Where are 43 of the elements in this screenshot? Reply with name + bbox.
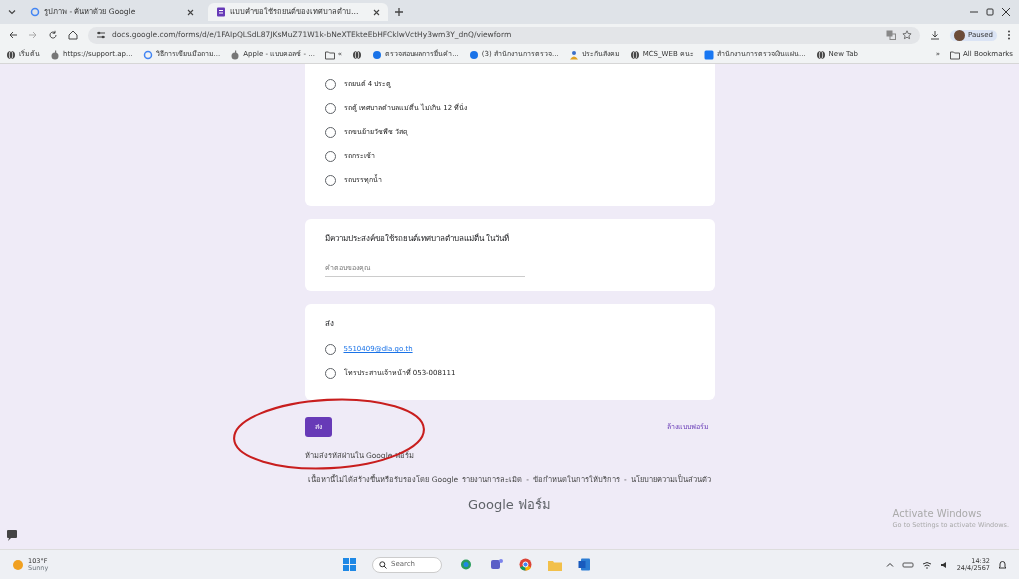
circle-icon [372, 49, 383, 60]
question-text: มีความประสงค์ขอใช้รถยนต์เทศบาลตำบลแม่ตื่น ในวันที่ [324, 233, 511, 245]
close-icon[interactable] [187, 8, 194, 16]
close-icon[interactable] [373, 8, 380, 16]
back-icon[interactable] [8, 30, 18, 40]
globe-icon [6, 49, 16, 60]
activation-title: Activate Windows [892, 507, 983, 522]
chevron-up-icon[interactable] [885, 560, 894, 569]
avatar-icon [953, 29, 965, 41]
speaker-icon[interactable] [939, 560, 949, 569]
globe-icon [815, 49, 826, 60]
notification-icon[interactable] [998, 559, 1007, 570]
wifi-icon[interactable] [921, 560, 932, 569]
folder-icon [324, 49, 335, 60]
new-tab-icon[interactable] [394, 7, 404, 17]
windows-start-icon[interactable] [343, 558, 356, 571]
question-text: ส่ง [324, 317, 335, 330]
restore-icon[interactable] [985, 7, 995, 17]
close-icon[interactable] [1001, 7, 1011, 17]
circle-icon [468, 49, 479, 60]
forms-logo: Google ฟอร์ม [467, 495, 552, 514]
site-info-icon[interactable] [96, 30, 106, 40]
globe-icon[interactable] [352, 49, 363, 60]
globe-icon [629, 49, 640, 60]
folder-icon [950, 49, 960, 60]
chrome-icon[interactable] [519, 558, 532, 571]
teams-icon[interactable] [490, 558, 503, 571]
reload-icon[interactable] [48, 30, 58, 40]
more-icon[interactable] [1007, 30, 1011, 40]
forms-icon [216, 7, 226, 17]
apple-icon [230, 49, 241, 60]
apple-icon [50, 49, 60, 60]
tab-list-icon[interactable] [8, 8, 16, 16]
people-icon [568, 49, 579, 60]
download-icon[interactable] [929, 30, 940, 40]
facebook-icon [703, 49, 714, 60]
widgets-icon[interactable] [458, 558, 474, 571]
home-icon[interactable] [68, 30, 78, 40]
document-icon[interactable] [578, 558, 591, 571]
translate-icon[interactable] [885, 30, 896, 40]
star-icon[interactable] [901, 30, 912, 40]
feedback-icon[interactable] [6, 529, 18, 541]
search-icon [379, 560, 387, 569]
